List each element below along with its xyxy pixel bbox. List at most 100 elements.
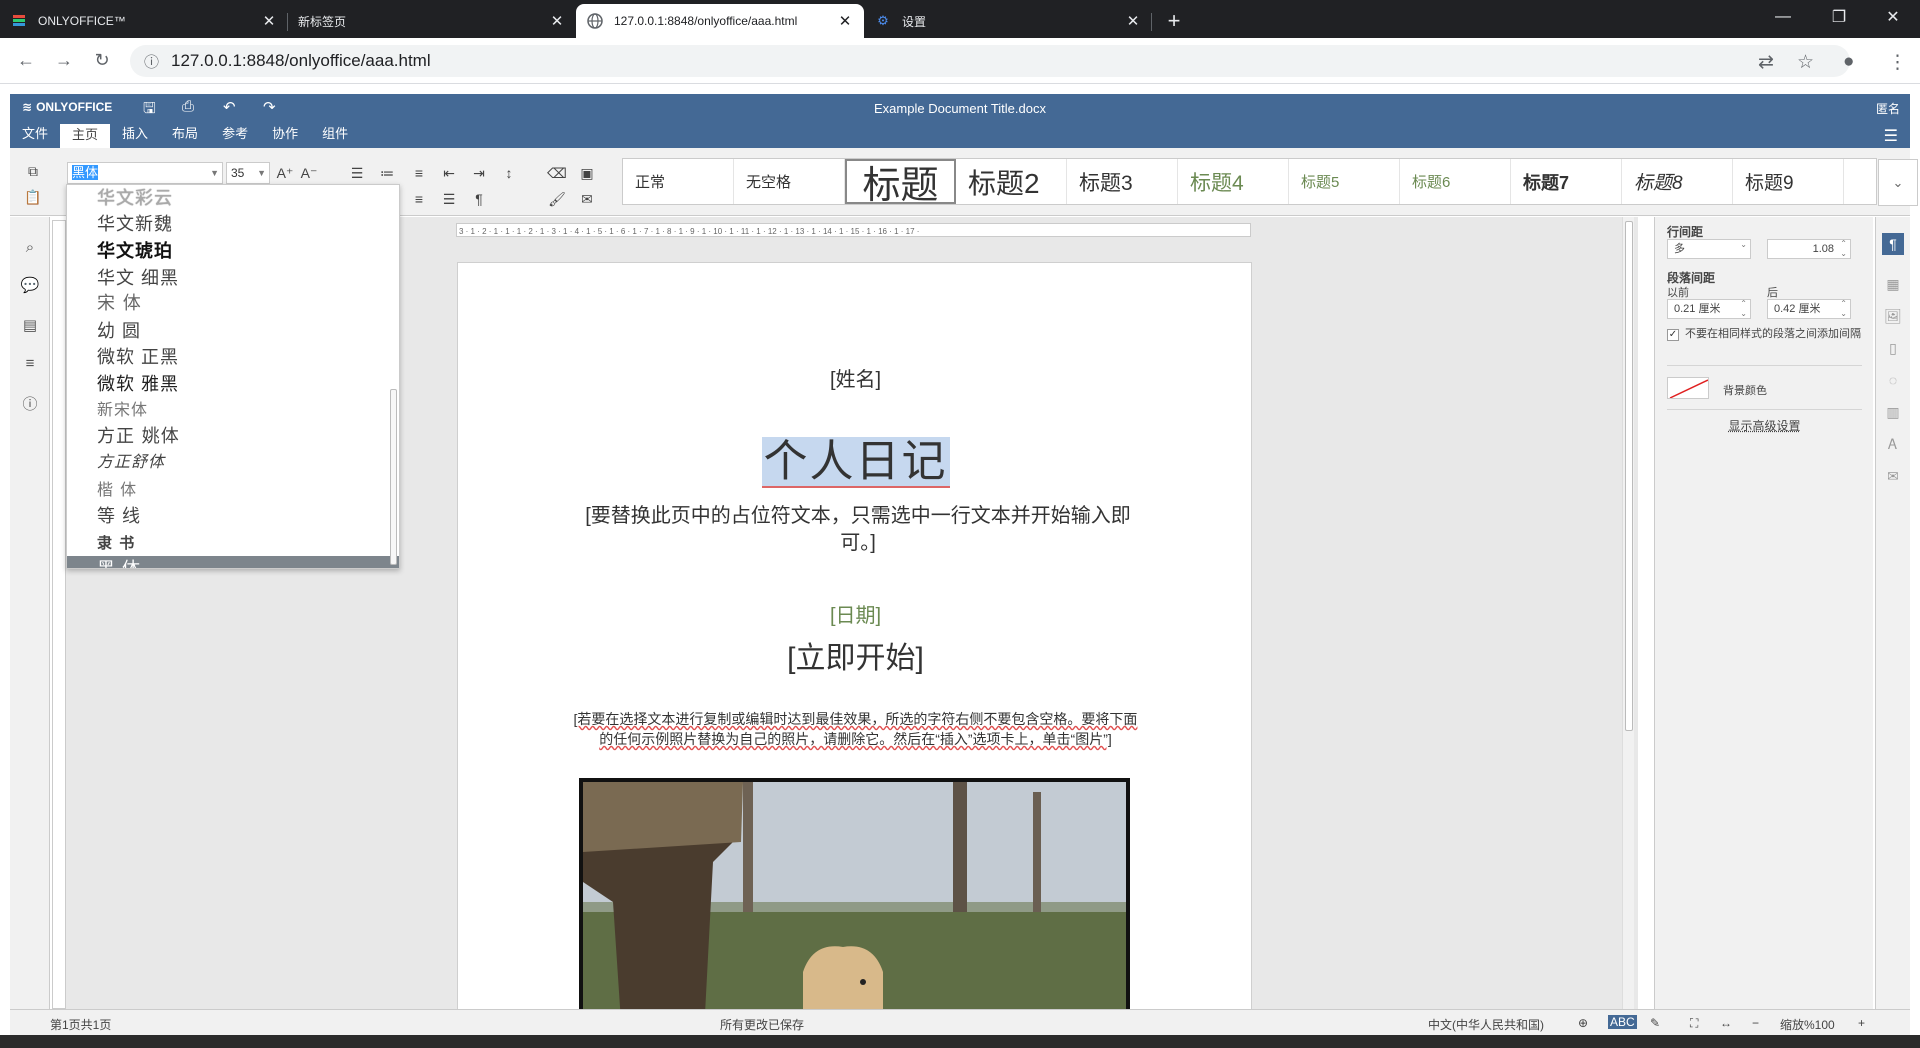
chevron-down-icon[interactable]: ▼: [257, 163, 266, 183]
justify-icon[interactable]: ☰: [438, 188, 460, 210]
forward-icon[interactable]: →: [48, 45, 80, 77]
style-heading-9[interactable]: 标题9: [1733, 159, 1844, 204]
multilevel-list-icon[interactable]: ≡: [408, 162, 430, 184]
window-close-button[interactable]: ✕: [1870, 0, 1916, 34]
line-spacing-mode-select[interactable]: 多 ⌄: [1667, 239, 1751, 259]
reload-icon[interactable]: ↻: [86, 45, 118, 77]
chevron-down-icon[interactable]: ⌄: [1878, 159, 1918, 206]
style-heading-3[interactable]: 标题3: [1067, 159, 1178, 204]
user-name[interactable]: 匿名: [1876, 100, 1900, 117]
comments-icon[interactable]: 💬: [20, 275, 40, 295]
line-spacing-icon[interactable]: ↕: [498, 162, 520, 184]
advanced-settings-link[interactable]: 显示高级设置: [1655, 417, 1874, 434]
account-icon[interactable]: ●: [1843, 51, 1854, 73]
spinner-icon[interactable]: ⌃ ⌄: [1840, 299, 1847, 319]
decrease-indent-icon[interactable]: ⇤: [438, 162, 460, 184]
style-heading-6[interactable]: 标题6: [1400, 159, 1511, 204]
chart-settings-icon[interactable]: ▥: [1882, 401, 1904, 423]
more-vert-icon[interactable]: ⋮: [1888, 51, 1907, 74]
image-settings-icon[interactable]: 🖼: [1882, 305, 1904, 327]
browser-tab-aaa[interactable]: 127.0.0.1:8848/onlyoffice/aaa.html ✕: [576, 4, 864, 38]
style-heading-4[interactable]: 标题4: [1178, 159, 1289, 204]
subtitle-placeholder[interactable]: [要替换此页中的占位符文本，只需选中一行文本并开始输入即可。]: [568, 503, 1148, 557]
style-heading-7[interactable]: 标题7: [1511, 159, 1622, 204]
tab-file[interactable]: 文件: [10, 122, 60, 148]
font-size-input[interactable]: 35 ▼: [226, 162, 270, 184]
numbered-list-icon[interactable]: ≔: [376, 162, 398, 184]
start-placeholder[interactable]: [立即开始]: [458, 633, 1253, 677]
font-name-input[interactable]: 黑体 ▼: [67, 162, 223, 184]
decrease-font-icon[interactable]: A⁻: [298, 162, 320, 184]
close-icon[interactable]: ✕: [548, 12, 566, 30]
back-icon[interactable]: ←: [10, 45, 42, 77]
font-option[interactable]: 方正 姚体: [67, 424, 399, 451]
zoom-in-icon[interactable]: +: [1858, 1016, 1865, 1030]
language-select[interactable]: 中文(中华人民共和国): [1428, 1016, 1544, 1033]
font-option[interactable]: 微软 雅黑: [67, 371, 399, 398]
browser-tab-new[interactable]: 新标签页 ✕: [288, 4, 576, 38]
table-settings-icon[interactable]: ▦: [1882, 273, 1904, 295]
align-right-icon[interactable]: ≡: [408, 188, 430, 210]
font-option[interactable]: 方正舒体: [67, 450, 399, 477]
font-option[interactable]: 宋 体: [67, 291, 399, 318]
font-option[interactable]: 等 线: [67, 503, 399, 530]
minimize-button[interactable]: —: [1760, 0, 1806, 34]
vertical-ruler[interactable]: [52, 220, 66, 1009]
document-page[interactable]: [姓名] 个人日记 [要替换此页中的占位符文本，只需选中一行文本并开始输入即可。…: [457, 262, 1252, 1009]
font-option[interactable]: 微软 正黑: [67, 344, 399, 371]
paragraph-settings-icon[interactable]: ¶: [1882, 233, 1904, 255]
tab-collaboration[interactable]: 协作: [260, 122, 310, 148]
chevron-down-icon[interactable]: ▼: [210, 163, 219, 183]
spinner-icon[interactable]: ⌃ ⌄: [1740, 299, 1747, 319]
mail-merge-settings-icon[interactable]: ✉: [1882, 465, 1904, 487]
sample-photo[interactable]: [579, 778, 1130, 1009]
shading-icon[interactable]: ▣: [576, 162, 598, 184]
textart-settings-icon[interactable]: Ꭺ: [1882, 433, 1904, 455]
font-option[interactable]: 楷 体: [67, 477, 399, 504]
navigation-icon[interactable]: ≡: [20, 353, 40, 373]
restore-button[interactable]: ❐: [1816, 0, 1862, 34]
increase-font-icon[interactable]: A⁺: [274, 162, 296, 184]
search-icon[interactable]: ⌕: [20, 237, 40, 257]
paragraph-marks-icon[interactable]: ¶: [468, 188, 490, 210]
font-option[interactable]: 华文新魏: [67, 212, 399, 239]
clear-style-icon[interactable]: ⌫: [546, 162, 568, 184]
translate-icon[interactable]: ⇄: [1758, 51, 1774, 74]
page-count[interactable]: 第1页共1页: [50, 1016, 111, 1033]
tab-references[interactable]: 参考: [210, 122, 260, 148]
tab-plugins[interactable]: 组件: [310, 122, 360, 148]
new-tab-button[interactable]: +: [1156, 4, 1192, 38]
font-option[interactable]: 华文 细黑: [67, 265, 399, 292]
background-color-picker[interactable]: [1667, 377, 1709, 399]
close-icon[interactable]: ✕: [260, 12, 278, 30]
fit-width-icon[interactable]: ↔: [1720, 1016, 1732, 1030]
chevron-down-icon[interactable]: ⌄: [1740, 240, 1747, 250]
browser-tab-onlyoffice[interactable]: ONLYOFFICE™ ✕: [0, 4, 288, 38]
copy-icon[interactable]: ⧉: [22, 160, 44, 182]
spacing-before-input[interactable]: 0.21 厘米 ⌃ ⌄: [1667, 299, 1751, 319]
paste-icon[interactable]: 📋: [22, 186, 44, 208]
spellcheck-icon[interactable]: ABC: [1608, 1015, 1637, 1029]
zoom-out-icon[interactable]: −: [1752, 1016, 1759, 1030]
horizontal-ruler[interactable]: 3 · 1 · 2 · 1 · 1 · 1 · 2 · 1 · 3 · 1 · …: [456, 223, 1251, 237]
font-option-selected[interactable]: 黑 体: [67, 556, 399, 568]
close-icon[interactable]: ✕: [836, 12, 854, 30]
font-option[interactable]: 华文琥珀: [67, 238, 399, 265]
style-heading-5[interactable]: 标题5: [1289, 159, 1400, 204]
mail-merge-icon[interactable]: ✉: [576, 188, 598, 210]
star-icon[interactable]: ☆: [1797, 51, 1814, 74]
browser-tab-settings[interactable]: ⚙ 设置 ✕: [864, 4, 1152, 38]
close-icon[interactable]: ✕: [1124, 12, 1142, 30]
no-space-checkbox[interactable]: ✓: [1667, 329, 1679, 341]
globe-icon[interactable]: ⊕: [1578, 1016, 1588, 1030]
style-title[interactable]: 标题: [845, 159, 956, 204]
shape-settings-icon[interactable]: ◌: [1882, 369, 1904, 391]
increase-indent-icon[interactable]: ⇥: [468, 162, 490, 184]
date-placeholder[interactable]: [日期]: [458, 599, 1253, 628]
header-footer-icon[interactable]: ▯: [1882, 337, 1904, 359]
style-normal[interactable]: 正常: [623, 159, 734, 204]
style-heading-8[interactable]: 标题8: [1622, 159, 1733, 204]
style-heading-2[interactable]: 标题2: [956, 159, 1067, 204]
dropdown-scrollbar[interactable]: [390, 389, 397, 565]
address-bar[interactable]: ⓘ 127.0.0.1:8848/onlyoffice/aaa.html: [130, 45, 1850, 77]
